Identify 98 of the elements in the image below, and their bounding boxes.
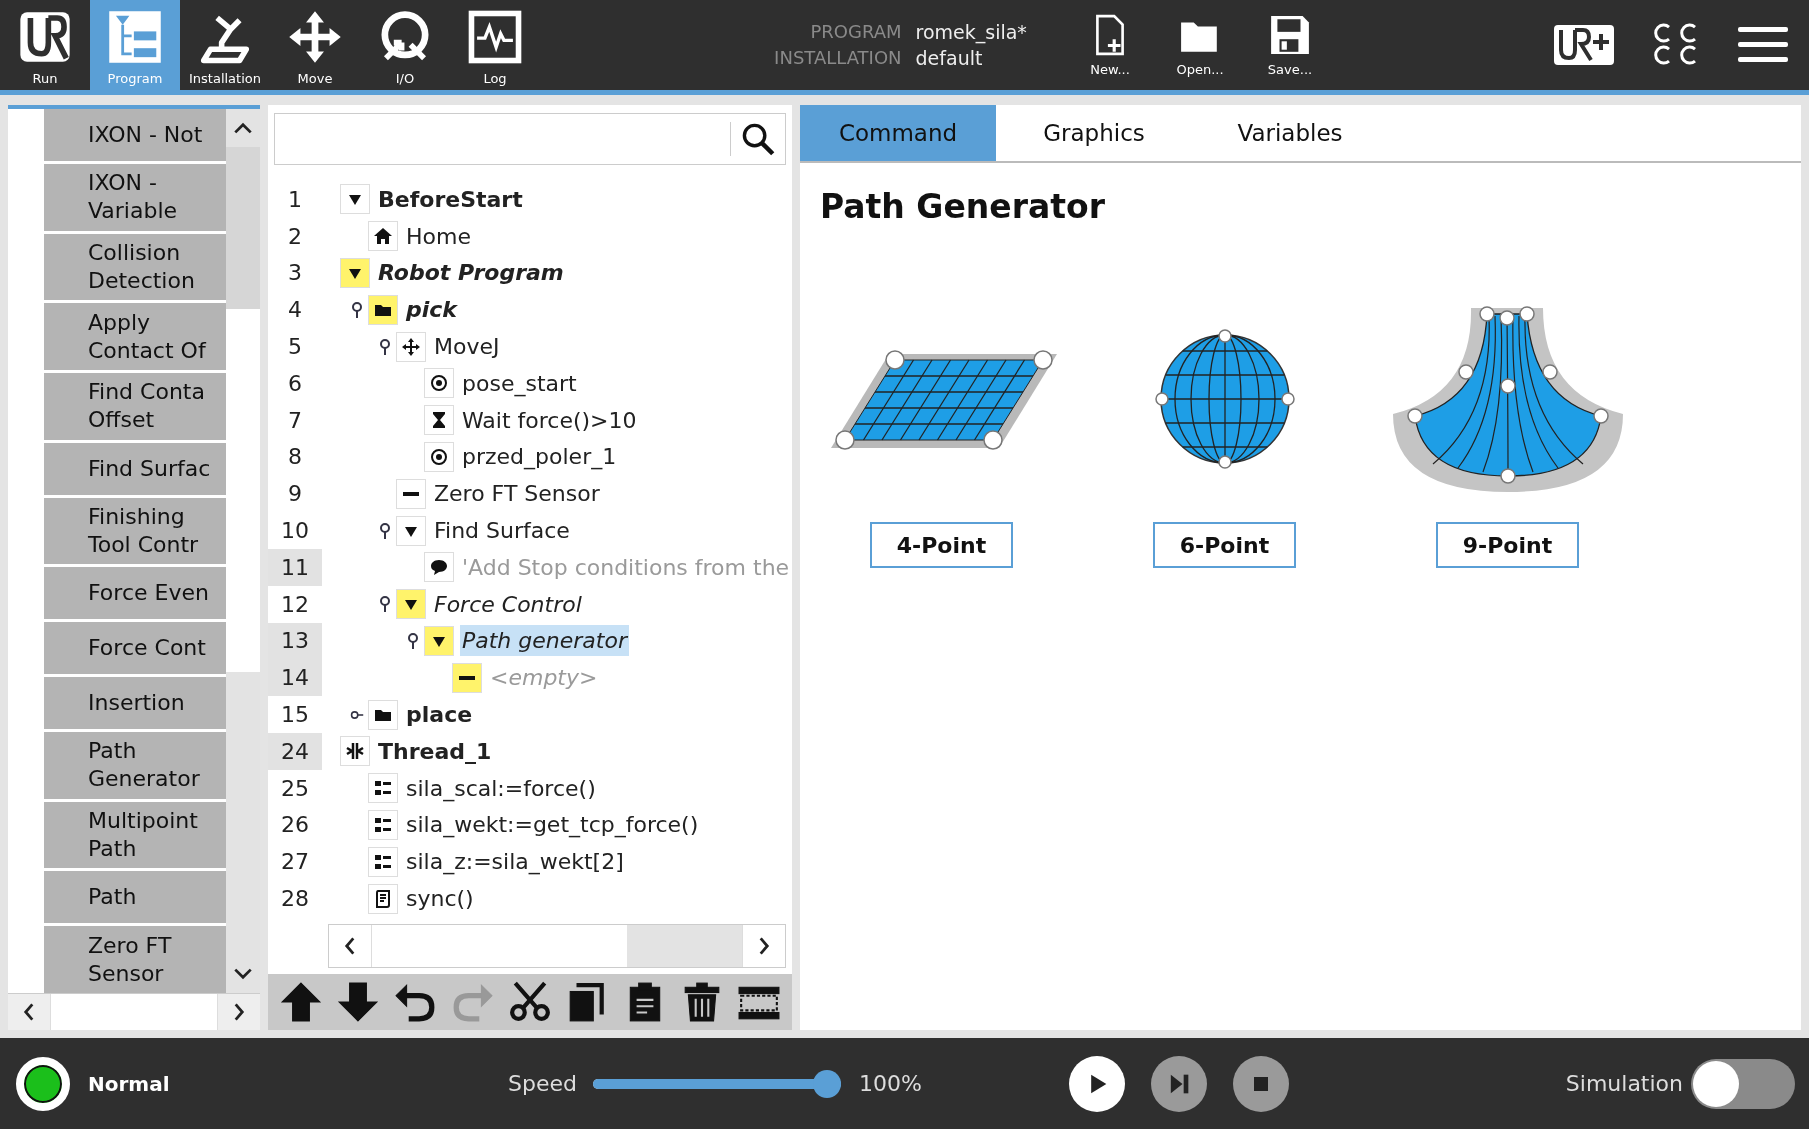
scrollbar[interactable] [226,109,260,993]
tab[interactable]: Command [800,105,996,161]
tree-node-label[interactable]: sila_wekt:=get_tcp_force() [404,809,701,841]
line-number: 15 [280,701,310,730]
tree-node-label[interactable]: pose_start [460,367,579,399]
program-tree-icon [107,9,163,65]
line-number: 7 [287,406,303,435]
tree-node-label[interactable]: pick [404,294,459,326]
tree-node-label[interactable]: sync() [404,883,476,915]
sidebar-item[interactable]: Path [44,871,226,924]
line-number: 1 [287,185,303,214]
nav-tab[interactable]: Installation [180,0,270,90]
line-number: 4 [287,296,303,325]
nav-tab[interactable]: Log [450,0,540,90]
line-number: 26 [280,811,310,840]
sidebar-item[interactable]: IXON - Not [44,109,226,161]
tree-node-label[interactable]: Path generator [460,625,629,657]
robot-state: Normal [88,1071,171,1096]
scrollbar[interactable] [8,993,260,1030]
tree-node-label[interactable]: Thread_1 [376,735,494,767]
pin-icon[interactable] [378,595,392,614]
speed-label: Speed [508,1071,577,1096]
sidebar-item[interactable]: Path Generator [44,732,226,799]
search-field[interactable] [274,113,786,165]
sidebar-item[interactable]: Force Even [44,567,226,620]
simulation-toggle[interactable] [1691,1058,1795,1109]
tree-node-label[interactable]: Wait force()>10 [460,404,639,436]
point-button[interactable]: 6-Point [1153,522,1296,568]
installation-name: default [915,47,984,69]
tree-node-label[interactable]: BeforeStart [376,183,525,215]
line-number: 2 [287,222,303,251]
tree-node-label[interactable]: Find Surface [432,515,572,547]
file-button[interactable]: New... [1065,0,1155,90]
line-number: 6 [287,369,303,398]
pin-icon[interactable] [378,337,392,356]
line-number: 9 [287,480,303,509]
cut-icon[interactable] [508,981,551,1023]
line-number: 5 [287,333,303,362]
line-number: 28 [280,885,310,914]
logo-icon [17,9,73,65]
move-arrows-icon [287,9,343,65]
scrollbar[interactable] [328,924,786,968]
arrow-up-icon[interactable] [279,981,322,1023]
nav-tab[interactable]: I/O [360,0,450,90]
simulation-label: Simulation [1565,1071,1683,1096]
pin-icon[interactable] [350,300,364,319]
line-number: 13 [268,622,322,660]
tree-node-label[interactable]: Zero FT Sensor [432,478,602,510]
line-number: 3 [287,259,303,288]
speed-reading: 100% [858,1071,923,1096]
menu-icon[interactable] [1737,25,1789,65]
point-button[interactable]: 4-Point [870,522,1013,568]
sidebar-item[interactable]: Find Conta Offset [44,372,226,440]
line-number: 27 [280,848,310,877]
nav-tab[interactable]: Move [270,0,360,90]
sidebar-item[interactable]: Multipoint Path [44,801,226,869]
undo-icon[interactable] [394,981,437,1023]
tree-node-label[interactable]: place [404,699,475,731]
tree-node-label[interactable]: przed_poler_1 [460,441,619,473]
line-number: 10 [280,517,310,546]
logo-icon[interactable] [1553,23,1615,67]
sidebar-item[interactable]: Zero FT Sensor [44,926,226,993]
line-number: 25 [280,774,310,803]
pin-icon[interactable] [406,631,420,650]
chevron-down-icon[interactable] [232,967,254,981]
point-button[interactable]: 9-Point [1436,522,1579,568]
speed-slider[interactable] [592,1069,841,1098]
program-label: PROGRAM [809,21,902,43]
tree-node-label[interactable]: sila_z:=sila_wekt[2] [404,846,626,878]
status-indicator[interactable] [16,1056,70,1111]
sidebar-item[interactable]: Insertion [44,677,226,730]
save-icon [1269,13,1311,56]
line-number: 11 [268,548,322,586]
sidebar-item[interactable]: Force Cont [44,622,226,675]
panel-title: Path Generator [820,187,1106,226]
file-button[interactable]: Open... [1155,0,1245,90]
sidebar-item[interactable]: Find Surfac [44,442,226,495]
line-number: 14 [268,659,322,697]
installation-label: INSTALLATION [773,47,902,69]
waveform-icon [467,9,523,65]
nav-tab[interactable]: Run [0,0,90,90]
sidebar-item[interactable]: IXON - Variable [44,164,226,231]
program-name: romek_sila* [915,21,1028,43]
sidebar-item[interactable]: Apply Contact Of [44,303,226,370]
sidebar-item[interactable]: Collision Detection [44,233,226,301]
tree-node-label[interactable]: sila_scal:=force() [404,772,598,804]
line-number: 8 [287,443,303,472]
tree-node-label[interactable]: Force Control [432,588,584,620]
line-number: 12 [280,590,310,619]
tree-node-label[interactable]: MoveJ [432,331,502,363]
arrow-down-icon[interactable] [337,981,379,1023]
tree-node-label[interactable]: Robot Program [376,257,566,289]
line-number: 24 [268,732,322,770]
file-button[interactable]: Save... [1245,0,1335,90]
sidebar-item[interactable]: Finishing Tool Contr [44,497,226,565]
tree-node-label[interactable]: Home [404,220,473,252]
pin-icon[interactable] [378,521,392,540]
chevron-up-icon[interactable] [232,121,254,135]
